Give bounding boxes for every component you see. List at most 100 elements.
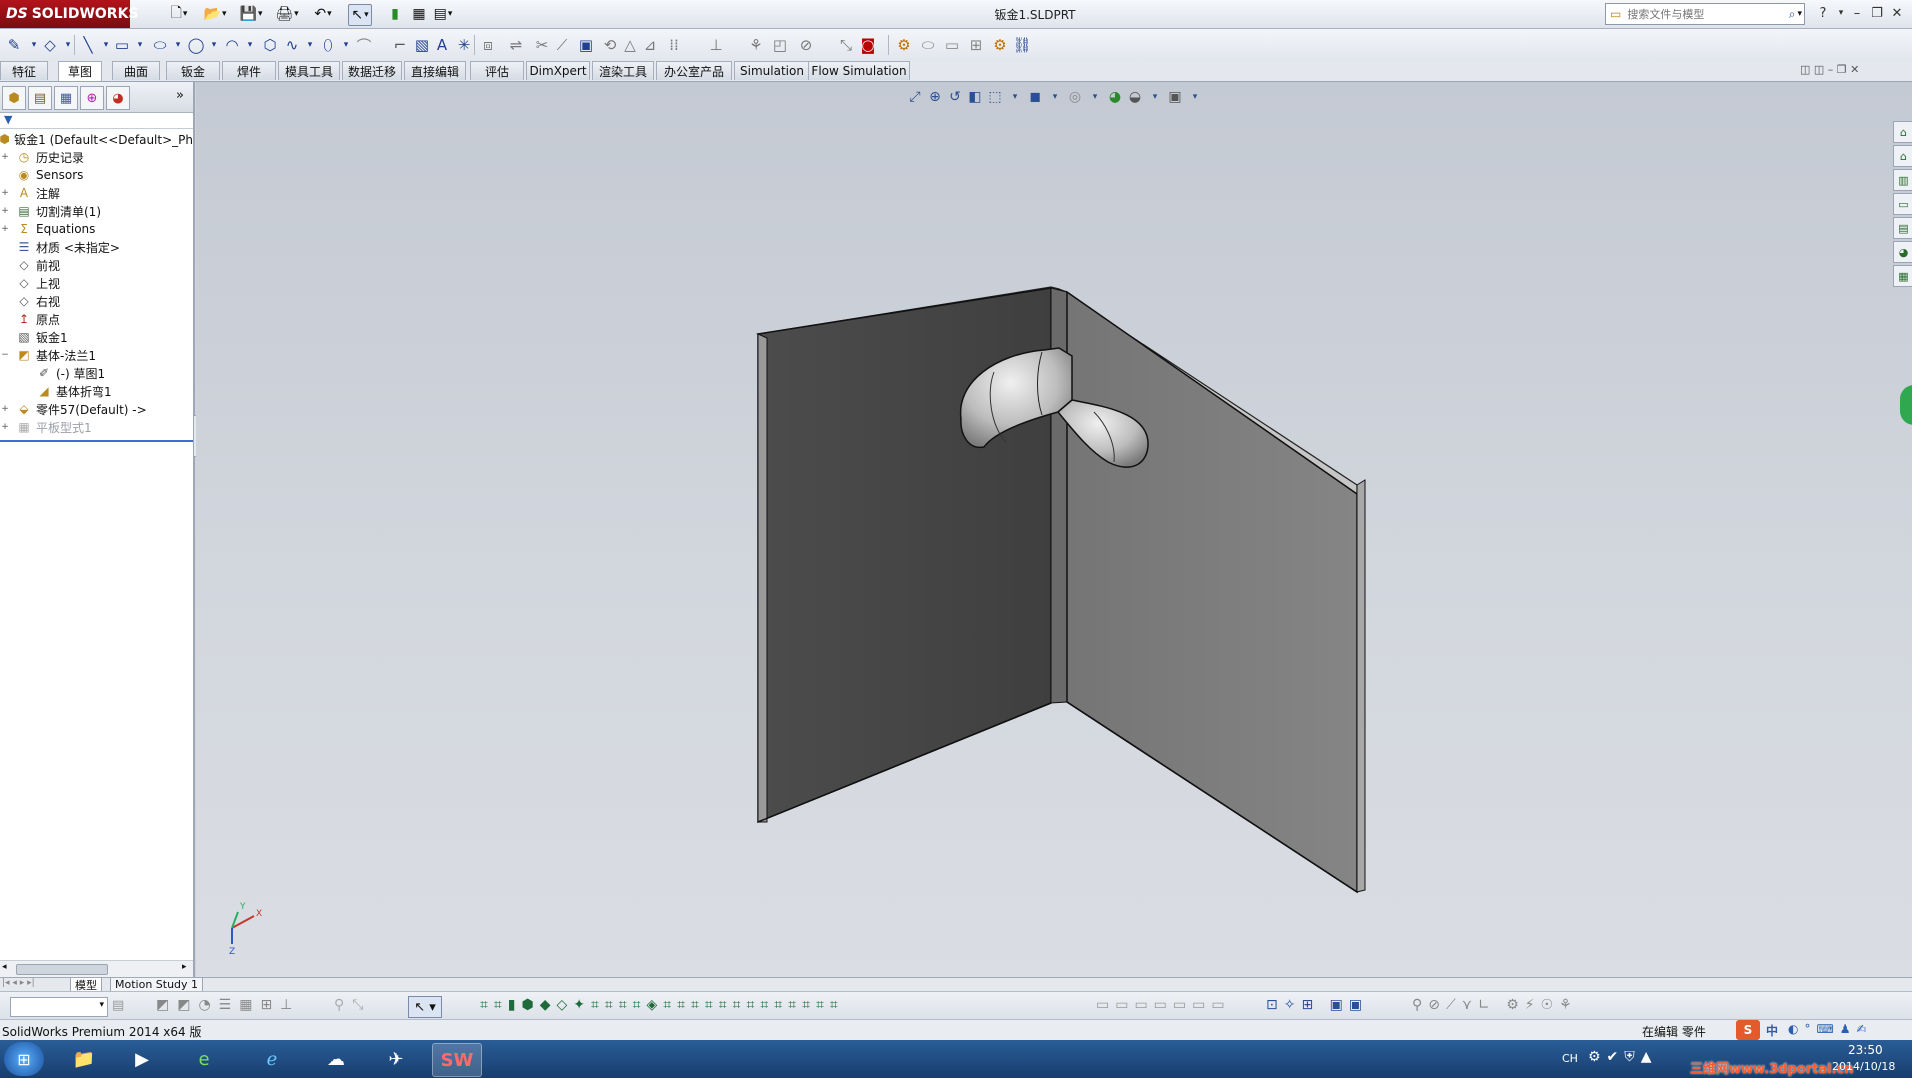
- tab-data-migration[interactable]: 数据迁移: [342, 61, 402, 80]
- zoom-to-area-icon[interactable]: ⊕: [925, 87, 945, 107]
- home-icon[interactable]: ⌂: [1893, 145, 1912, 167]
- tab-dimxpert[interactable]: DimXpert: [526, 61, 590, 80]
- edit-appearance-icon[interactable]: ◕: [1105, 87, 1125, 107]
- configuration-manager-tab-icon[interactable]: ▦: [54, 86, 78, 110]
- clock-date[interactable]: 2014/10/18: [1832, 1060, 1895, 1073]
- rapid-sketch-icon[interactable]: ⊘: [796, 34, 816, 56]
- tab-surfaces[interactable]: 曲面: [112, 61, 160, 80]
- chevron-down-icon[interactable]: ▾: [300, 34, 320, 56]
- tab-weldments[interactable]: 焊件: [222, 61, 276, 80]
- selection-filter-icons[interactable]: ◩◩◔☰▦⊞⊥: [156, 997, 300, 1013]
- scroll-right-icon[interactable]: ▸: [182, 962, 187, 972]
- scale-entities-icon[interactable]: ⊿: [640, 34, 660, 56]
- slot-icon[interactable]: ⬭: [150, 34, 170, 56]
- tree-item-origin[interactable]: ↥ 原点: [0, 310, 193, 328]
- tab-evaluate[interactable]: 评估: [470, 61, 524, 80]
- filter-toggle-icon[interactable]: ▤: [112, 998, 124, 1013]
- chevron-down-icon[interactable]: ▾: [130, 34, 150, 56]
- sogou-ime-icon[interactable]: S: [1736, 1020, 1760, 1040]
- close-icon[interactable]: ✕: [1886, 3, 1908, 23]
- media-player-taskbar-icon[interactable]: ▶: [118, 1043, 166, 1075]
- move-entities-icon[interactable]: ⟲: [600, 34, 620, 56]
- graphics-area[interactable]: X Y Z: [196, 82, 1912, 977]
- tab-direct-editing[interactable]: 直接编辑: [404, 61, 466, 80]
- tab-scroll-arrows[interactable]: |◂ ◂ ▸ ▸|: [2, 978, 35, 988]
- solidworks-logo[interactable]: DS SOLIDWORKS: [0, 0, 139, 28]
- browser-360-taskbar-icon[interactable]: e: [180, 1043, 228, 1075]
- solidworks-resources-icon[interactable]: ⌂: [1893, 121, 1912, 143]
- undo-icon[interactable]: ↶: [312, 4, 334, 24]
- restore-icon[interactable]: ❐: [1866, 3, 1888, 23]
- repair-sketch-icon[interactable]: ⚘: [746, 34, 766, 56]
- print-icon[interactable]: 🖨: [275, 4, 298, 24]
- tab-sheet-metal[interactable]: 钣金: [166, 61, 220, 80]
- view-palette-icon[interactable]: ▤: [1893, 217, 1912, 239]
- circle-icon[interactable]: ◯: [186, 34, 206, 56]
- filter-icon[interactable]: ▼: [4, 113, 12, 126]
- minimize-icon[interactable]: –: [1846, 3, 1868, 23]
- hide-show-items-icon[interactable]: ◎: [1065, 87, 1085, 107]
- expand-icon[interactable]: +: [0, 188, 10, 198]
- ime-mode[interactable]: 中: [1766, 1022, 1778, 1039]
- select-mode-button[interactable]: ↖ ▾: [408, 996, 442, 1018]
- tree-item-history[interactable]: + ◷ 历史记录: [0, 148, 193, 166]
- search-input[interactable]: [1625, 6, 1780, 22]
- shaded-sketch-contours-icon[interactable]: ◙: [858, 34, 878, 56]
- tree-item-library-feature[interactable]: + ⬙ 零件57(Default) ->: [0, 400, 193, 418]
- options-icon[interactable]: ▤: [432, 4, 454, 24]
- display-relations-icon[interactable]: ⊥: [706, 34, 726, 56]
- tree-item-material[interactable]: ☰ 材质 <未指定>: [0, 238, 193, 256]
- tab-sketch[interactable]: 草图: [58, 61, 102, 81]
- select-icon[interactable]: ↖: [348, 4, 372, 26]
- chevron-down-icon[interactable]: ▾: [58, 34, 78, 56]
- centerline-icon[interactable]: ⧈: [478, 34, 498, 56]
- collapse-icon[interactable]: −: [0, 350, 10, 360]
- sketch-relation-icons[interactable]: ⚲⊘⟋⋎∟ ⚙⚡☉⚘: [1412, 997, 1578, 1013]
- start-button-icon[interactable]: ⊞: [4, 1042, 44, 1076]
- display-manager-tab-icon[interactable]: ◕: [106, 86, 130, 110]
- tools-icon[interactable]: ⊞: [966, 34, 986, 56]
- expand-icon[interactable]: +: [0, 422, 10, 432]
- panel-horizontal-scrollbar[interactable]: ◂ ▸: [0, 960, 193, 977]
- rollback-bar[interactable]: [0, 440, 193, 442]
- appearances-icon[interactable]: ◕: [1893, 241, 1912, 263]
- file-explorer-icon[interactable]: ▭: [1893, 193, 1912, 215]
- ie-taskbar-icon[interactable]: ℯ: [248, 1043, 296, 1075]
- new-document-icon[interactable]: 🗋: [168, 4, 190, 24]
- tree-item-sensors[interactable]: ◉ Sensors: [0, 166, 193, 184]
- image-icon[interactable]: ▭: [942, 34, 962, 56]
- tree-item-base-bend[interactable]: ◢ 基体折弯1: [0, 382, 193, 400]
- chevron-down-icon[interactable]: ▾: [1145, 87, 1165, 107]
- tree-item-right-plane[interactable]: ◇ 右视: [0, 292, 193, 310]
- linear-pattern-icon[interactable]: ⁞⁞: [664, 34, 684, 56]
- filter-surface-icons[interactable]: ▭▭▭▭▭▭▭: [1096, 997, 1231, 1013]
- chevron-down-icon[interactable]: ▾: [1185, 87, 1205, 107]
- tab-simulation[interactable]: Simulation: [734, 61, 810, 80]
- expand-icon[interactable]: +: [0, 404, 10, 414]
- tray-icons[interactable]: ⚙✔⛨▲: [1588, 1049, 1658, 1065]
- tab-mold-tools[interactable]: 模具工具: [278, 61, 340, 80]
- floating-widget-icon[interactable]: [1900, 385, 1912, 425]
- tab-render-tools[interactable]: 渲染工具: [592, 61, 654, 80]
- tree-item-annotations[interactable]: + A 注解: [0, 184, 193, 202]
- previous-view-icon[interactable]: ↺: [945, 87, 965, 107]
- display-style-icon[interactable]: ◼: [1025, 87, 1045, 107]
- instant2d-icon[interactable]: ⤡: [836, 34, 856, 56]
- convert-entities-icon[interactable]: ⟋: [552, 34, 572, 56]
- add-in-icon[interactable]: ⚙: [894, 34, 914, 56]
- tab-features[interactable]: 特征: [0, 61, 48, 80]
- explorer-taskbar-icon[interactable]: 📁: [60, 1043, 108, 1075]
- tree-item-part[interactable]: ⬢ 钣金1 (Default<<Default>_Ph: [0, 130, 193, 148]
- tree-item-top-plane[interactable]: ◇ 上视: [0, 274, 193, 292]
- chevron-down-icon[interactable]: ▾: [1045, 87, 1065, 107]
- expand-icon[interactable]: +: [0, 152, 10, 162]
- expand-icon[interactable]: +: [0, 224, 10, 234]
- feiq-taskbar-icon[interactable]: ✈: [372, 1043, 420, 1075]
- solidworks-taskbar-icon[interactable]: SW: [432, 1043, 482, 1077]
- chevron-down-icon[interactable]: ▾: [1005, 87, 1025, 107]
- trim-icon[interactable]: ✂: [532, 34, 552, 56]
- fillet-icon[interactable]: ⌒: [354, 34, 374, 56]
- line-icon[interactable]: ╲: [78, 34, 98, 56]
- tree-item-cut-list[interactable]: + ▤ 切割清单(1): [0, 202, 193, 220]
- tab-motion-study[interactable]: Motion Study 1: [110, 978, 204, 992]
